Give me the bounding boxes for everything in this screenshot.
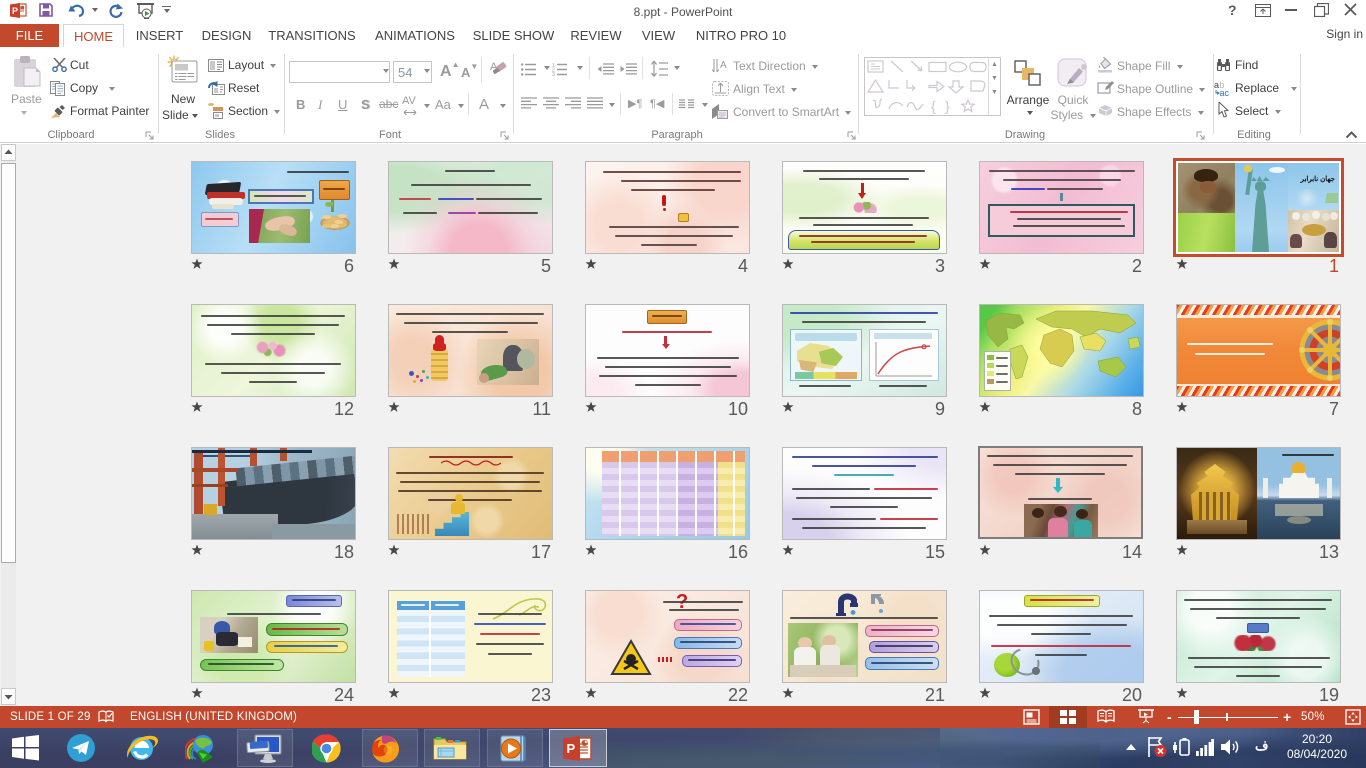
svg-text:A: A <box>720 60 727 71</box>
svg-text:{: { <box>931 98 936 114</box>
svg-text:P: P <box>567 741 576 756</box>
svg-text:}: } <box>945 98 950 114</box>
svg-text:P: P <box>12 6 18 16</box>
svg-text:3: 3 <box>552 72 555 76</box>
svg-text:a: a <box>1214 80 1219 90</box>
svg-text:ac: ac <box>1220 88 1230 97</box>
